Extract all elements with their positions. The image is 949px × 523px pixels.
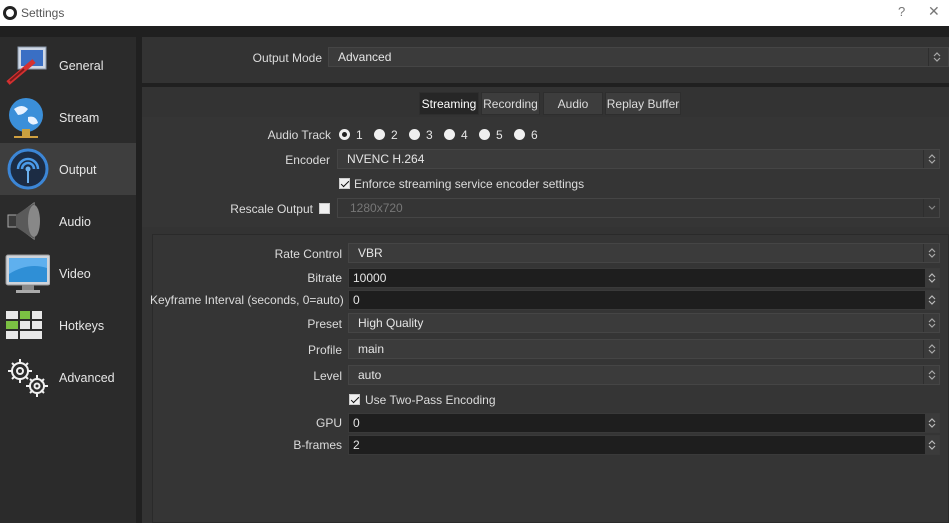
chevron-updown-icon [928,48,944,66]
encoder-label: Encoder [285,153,330,167]
output-mode-value: Advanced [338,50,392,64]
spin-arrows-icon[interactable] [925,414,939,432]
general-icon [4,43,50,87]
window-title: Settings [21,6,65,20]
tab-recording[interactable]: Recording [481,92,540,115]
chevron-updown-icon [923,366,939,384]
level-value: auto [358,368,382,382]
encoder-select[interactable]: NVENC H.264 [337,149,940,169]
chevron-updown-icon [923,244,939,262]
monitor-icon [4,251,51,295]
audio-track-number: 6 [531,128,538,142]
audio-track-number: 4 [461,128,468,142]
profile-select[interactable]: main [348,339,940,359]
stream-globe-icon [4,95,50,139]
sidebar-item-hotkeys[interactable]: Hotkeys [0,299,136,351]
rate-control-select[interactable]: VBR [348,243,940,263]
gpu-label: GPU [315,416,342,430]
level-label: Level [313,369,342,383]
preset-select[interactable]: High Quality [348,313,940,333]
tab-audio[interactable]: Audio [543,92,603,115]
sidebar-item-label: Hotkeys [59,319,105,333]
profile-label: Profile [307,343,342,357]
chevron-down-icon [923,199,939,217]
bitrate-label: Bitrate [307,271,342,285]
audio-track-radio-4[interactable] [444,129,455,140]
level-select[interactable]: auto [348,365,940,385]
tab-streaming[interactable]: Streaming [419,92,479,115]
chevron-updown-icon [923,150,939,168]
two-pass-checkbox[interactable] [349,394,360,405]
bitrate-value: 10000 [353,271,387,285]
spin-arrows-icon[interactable] [925,291,939,309]
gpu-value: 0 [353,416,360,430]
sidebar-item-audio[interactable]: Audio [0,195,136,247]
bframes-label: B-frames [293,438,342,452]
tab-replay-buffer[interactable]: Replay Buffer [605,92,681,115]
sidebar-item-label: General [59,59,104,73]
encoder-value: NVENC H.264 [347,152,425,166]
enforce-encoder-checkbox[interactable] [339,178,350,189]
settings-sidebar: General Stream Output Audio Video Hotkey… [0,37,136,523]
output-mode-select[interactable]: Advanced [328,47,949,67]
enforce-encoder-label: Enforce streaming service encoder settin… [354,177,585,191]
sidebar-item-label: Video [59,267,91,281]
sidebar-item-label: Advanced [59,371,115,385]
speaker-icon [4,199,50,243]
preset-value: High Quality [358,316,424,330]
chevron-updown-icon [923,340,939,358]
sidebar-item-stream[interactable]: Stream [0,91,136,143]
keyframe-interval-label: Keyframe Interval (seconds, 0=auto) [150,293,344,307]
audio-track-radio-1[interactable] [339,129,350,140]
sidebar-item-video[interactable]: Video [0,247,136,299]
keyboard-icon [4,303,50,347]
rescale-resolution-value: 1280x720 [350,201,403,215]
sidebar-item-label: Output [59,163,97,177]
keyframe-interval-value: 0 [353,293,360,307]
audio-track-radio-2[interactable] [374,129,385,140]
rate-control-value: VBR [358,246,383,260]
bframes-spinbox[interactable]: 2 [348,435,940,455]
bframes-value: 2 [353,438,360,452]
rescale-output-checkbox[interactable] [319,203,330,214]
output-mode-label: Output Mode [252,51,322,65]
audio-track-radio-6[interactable] [514,129,525,140]
audio-track-radio-5[interactable] [479,129,490,140]
help-button[interactable]: ? [898,4,905,19]
audio-track-number: 5 [496,128,503,142]
rescale-resolution-select[interactable]: 1280x720 [337,198,940,218]
keyframe-interval-spinbox[interactable]: 0 [348,290,940,310]
spin-arrows-icon[interactable] [925,436,939,454]
audio-track-label: Audio Track [267,128,331,142]
gpu-spinbox[interactable]: 0 [348,413,940,433]
close-button[interactable]: ✕ [928,3,940,20]
audio-track-number: 1 [356,128,363,142]
audio-track-radio-3[interactable] [409,129,420,140]
sidebar-item-general[interactable]: General [0,39,136,91]
profile-value: main [358,342,385,356]
bitrate-spinbox[interactable]: 10000 [348,268,940,288]
obs-logo-icon [3,6,17,20]
sidebar-item-label: Stream [59,111,100,125]
sidebar-item-label: Audio [59,215,91,229]
audio-track-number: 2 [391,128,398,142]
audio-track-number: 3 [426,128,433,142]
two-pass-label: Use Two-Pass Encoding [365,393,496,407]
sidebar-item-output[interactable]: Output [0,143,136,195]
rescale-output-label: Rescale Output [230,202,313,216]
chevron-updown-icon [923,314,939,332]
output-broadcast-icon [4,147,50,191]
title-bar: Settings ? ✕ [0,0,949,26]
spin-arrows-icon[interactable] [925,269,939,287]
preset-label: Preset [307,317,342,331]
sidebar-item-advanced[interactable]: Advanced [0,351,136,403]
rate-control-label: Rate Control [274,247,342,261]
gears-icon [4,355,50,399]
